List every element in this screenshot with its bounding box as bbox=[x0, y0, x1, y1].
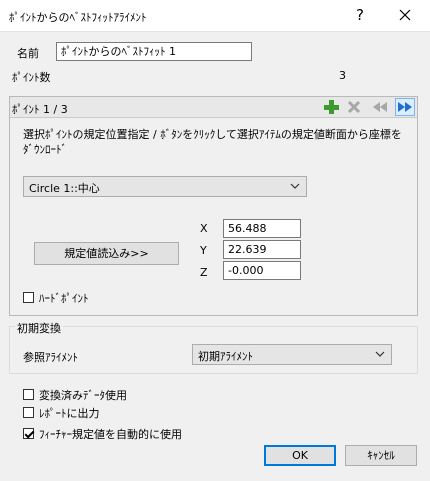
next-point-button[interactable] bbox=[395, 98, 415, 116]
use-transformed-data-checkbox[interactable] bbox=[23, 389, 34, 400]
fast-forward-icon bbox=[398, 102, 412, 112]
name-label: 名前 bbox=[17, 47, 39, 60]
cancel-button[interactable]: ｷｬﾝｾﾙ bbox=[345, 445, 417, 466]
reference-alignment-value: 初期ｱﾗｲﾒﾝﾄ bbox=[198, 350, 253, 363]
window-title: ﾎﾟｲﾝﾄからのﾍﾞｽﾄﾌｨｯﾄｱﾗｲﾒﾝﾄ bbox=[9, 11, 147, 24]
read-nominal-button[interactable]: 規定値読込み>> bbox=[34, 242, 179, 265]
z-input[interactable]: -0.000 bbox=[223, 261, 301, 280]
points-header-label: ﾎﾟｲﾝﾄ 1 / 3 bbox=[12, 103, 68, 116]
use-feature-nominal-checkbox[interactable] bbox=[23, 428, 34, 439]
chevron-down-icon bbox=[375, 351, 385, 357]
y-input[interactable]: 22.639 bbox=[223, 240, 301, 259]
add-point-button[interactable] bbox=[321, 98, 341, 116]
y-label: Y bbox=[200, 244, 207, 257]
report-output-checkbox[interactable] bbox=[23, 407, 34, 418]
reference-alignment-label: 参照ｱﾗｲﾒﾝﾄ bbox=[23, 351, 78, 364]
plus-icon bbox=[324, 100, 339, 114]
hard-point-checkbox[interactable] bbox=[23, 292, 34, 303]
delete-icon bbox=[347, 100, 361, 114]
chevron-down-icon bbox=[290, 183, 300, 189]
rewind-icon bbox=[373, 102, 387, 112]
feature-select-value: Circle 1::中心 bbox=[29, 182, 100, 195]
z-label: Z bbox=[200, 266, 208, 279]
delete-point-button[interactable] bbox=[344, 98, 364, 116]
x-label: X bbox=[200, 222, 208, 235]
reference-alignment-select[interactable]: 初期ｱﾗｲﾒﾝﾄ bbox=[192, 344, 392, 365]
help-button[interactable]: ? bbox=[349, 5, 371, 25]
use-transformed-data-label: 変換済みﾃﾞｰﾀ使用 bbox=[39, 389, 127, 402]
feature-select[interactable]: Circle 1::中心 bbox=[23, 176, 307, 197]
name-input[interactable]: ﾎﾟｲﾝﾄからのﾍﾞｽﾄﾌｨｯﾄ 1 bbox=[56, 42, 252, 61]
title-bar: ﾎﾟｲﾝﾄからのﾍﾞｽﾄﾌｨｯﾄｱﾗｲﾒﾝﾄ ? bbox=[0, 0, 430, 32]
close-icon bbox=[399, 9, 411, 21]
report-output-label: ﾚﾎﾟｰﾄに出力 bbox=[39, 407, 100, 420]
x-input[interactable]: 56.488 bbox=[223, 219, 301, 238]
use-feature-nominal-label: ﾌｨｰﾁｬｰ規定値を自動的に使用 bbox=[39, 428, 182, 441]
point-count-value: 3 bbox=[339, 69, 346, 82]
close-button[interactable] bbox=[392, 4, 418, 26]
hard-point-label: ﾊｰﾄﾞﾎﾟｲﾝﾄ bbox=[39, 292, 89, 305]
points-instruction: 選択ﾎﾟｲﾝﾄの規定位置指定 / ﾎﾞﾀﾝをｸﾘｯｸして選択ｱｲﾃﾑの規定値断面… bbox=[23, 128, 402, 156]
ok-button[interactable]: OK bbox=[264, 445, 336, 466]
point-count-label: ﾎﾟｲﾝﾄ数 bbox=[12, 71, 51, 84]
previous-point-button[interactable] bbox=[370, 98, 390, 116]
initial-transform-title: 初期変換 bbox=[15, 320, 63, 336]
